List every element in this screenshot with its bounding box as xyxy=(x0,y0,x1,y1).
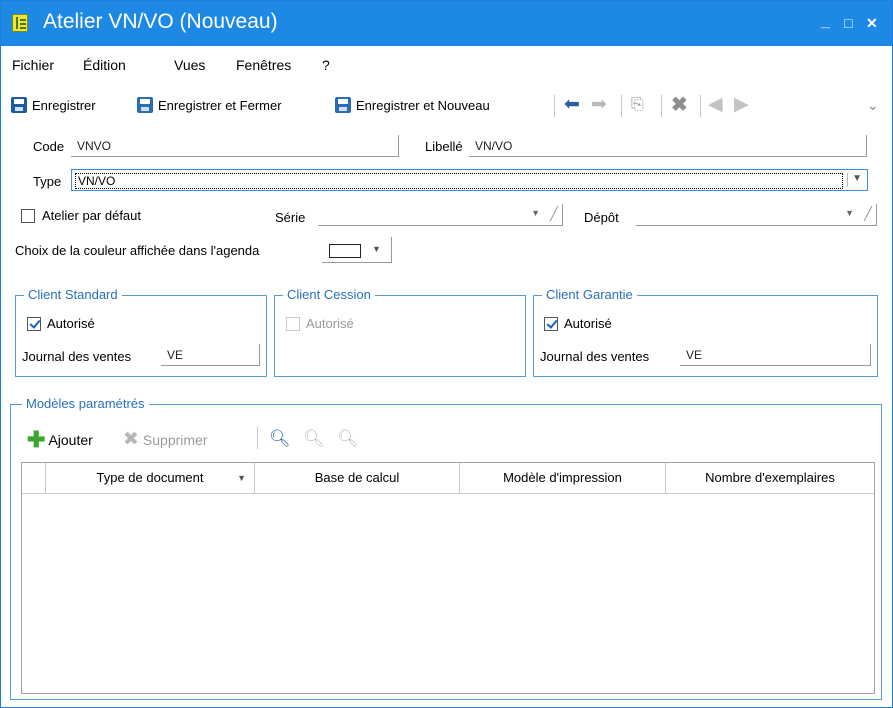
forward-arrow-icon[interactable]: ➡ xyxy=(591,95,607,115)
serie-label: Série xyxy=(275,210,306,225)
add-button[interactable]: ✚ Ajouter xyxy=(27,429,93,451)
menu-vues[interactable]: Vues xyxy=(174,57,205,73)
toolbar-separator xyxy=(661,95,662,117)
zoom-out-icon[interactable]: 🔍︎ xyxy=(337,429,359,449)
color-swatch xyxy=(329,244,361,258)
menu-fenetres[interactable]: Fenêtres xyxy=(236,57,291,73)
delete-icon[interactable]: ✖ xyxy=(671,95,688,115)
app-icon xyxy=(12,14,28,32)
column-modele-impression[interactable]: Modèle d'impression xyxy=(460,463,666,493)
client-cession-authorized-label: Autorisé xyxy=(306,316,354,331)
column-type-document-label: Type de document xyxy=(96,470,204,485)
depot-label: Dépôt xyxy=(584,210,619,225)
code-field[interactable]: VNVO xyxy=(71,135,399,157)
default-workshop-checkbox[interactable] xyxy=(21,209,35,223)
zoom-in-icon[interactable]: 🔍︎ xyxy=(303,429,325,449)
minimize-button[interactable]: _ xyxy=(821,13,830,31)
toolbar-separator xyxy=(700,95,701,117)
default-workshop-label: Atelier par défaut xyxy=(42,208,142,223)
delete-icon: ✖ xyxy=(123,429,139,450)
menu-fichier[interactable]: Fichier xyxy=(12,57,54,73)
delete-model-button[interactable]: ✖ Supprimer xyxy=(123,429,208,451)
type-label: Type xyxy=(33,174,62,189)
toolbar-separator xyxy=(621,95,622,117)
libelle-label: Libellé xyxy=(425,139,463,154)
color-picker[interactable]: ▼ xyxy=(322,237,392,263)
save-label: Enregistrer xyxy=(32,97,96,113)
client-cession-title: Client Cession xyxy=(283,287,375,302)
client-garantie-journal-label: Journal des ventes xyxy=(540,349,650,364)
search-icon[interactable]: 🔍︎ xyxy=(269,429,291,449)
copy-icon[interactable]: ⎘ xyxy=(631,95,644,115)
chevron-down-icon[interactable]: ▼ xyxy=(237,463,246,493)
column-nombre-exemplaires[interactable]: Nombre d'exemplaires xyxy=(666,463,874,493)
toolbar-separator xyxy=(554,95,555,117)
save-close-button[interactable]: Enregistrer et Fermer xyxy=(137,93,282,117)
client-garantie-authorized-label: Autorisé xyxy=(564,316,612,331)
chevron-down-icon: ▼ xyxy=(845,208,854,218)
chevron-down-icon: ▼ xyxy=(852,173,862,184)
toolbar-separator xyxy=(257,427,258,449)
delete-label: Supprimer xyxy=(142,432,208,448)
client-standard-title: Client Standard xyxy=(24,287,122,302)
type-value: VN/VO xyxy=(75,173,843,189)
grid-header: Type de document ▼ Base de calcul Modèle… xyxy=(22,463,874,494)
client-standard-authorized-checkbox[interactable] xyxy=(27,317,41,331)
chevron-down-icon: ▼ xyxy=(531,208,540,218)
select-separator xyxy=(847,173,848,187)
color-label: Choix de la couleur affichée dans l'agen… xyxy=(15,243,260,258)
save-close-icon xyxy=(137,97,153,113)
save-new-button[interactable]: Enregistrer et Nouveau xyxy=(335,93,490,117)
client-standard-group: Client Standard Autorisé Journal des ven… xyxy=(15,287,267,377)
column-base-calcul[interactable]: Base de calcul xyxy=(255,463,460,493)
previous-record-icon[interactable]: ◀ xyxy=(708,95,723,115)
chevron-down-icon: ▼ xyxy=(372,244,381,254)
client-standard-journal-label: Journal des ventes xyxy=(22,349,132,364)
client-garantie-authorized-checkbox[interactable] xyxy=(544,317,558,331)
models-title: Modèles paramétrés xyxy=(22,396,149,411)
client-garantie-group: Client Garantie Autorisé Journal des ven… xyxy=(533,287,878,377)
edit-pencil-icon[interactable]: ╱ xyxy=(550,206,558,222)
save-icon xyxy=(11,97,27,113)
save-button[interactable]: Enregistrer xyxy=(11,93,96,117)
column-type-document[interactable]: Type de document ▼ xyxy=(46,463,255,493)
client-cession-group: Client Cession Autorisé xyxy=(274,287,526,377)
title-bar[interactable]: Atelier VN/VO (Nouveau) _ □ ✕ xyxy=(1,1,892,46)
window-title: Atelier VN/VO (Nouveau) xyxy=(43,10,278,33)
row-indicator-header xyxy=(22,463,46,493)
back-arrow-icon[interactable]: ⬅ xyxy=(564,95,580,115)
plus-icon: ✚ xyxy=(27,427,46,452)
close-button[interactable]: ✕ xyxy=(866,15,878,32)
atelier-window: Atelier VN/VO (Nouveau) _ □ ✕ Fichier Éd… xyxy=(0,0,893,708)
models-grid[interactable]: Type de document ▼ Base de calcul Modèle… xyxy=(21,462,875,694)
type-select[interactable]: VN/VO ▼ xyxy=(71,169,868,191)
client-cession-authorized-checkbox[interactable] xyxy=(286,317,300,331)
code-label: Code xyxy=(33,139,65,154)
save-new-icon xyxy=(335,97,351,113)
edit-pencil-icon[interactable]: ╱ xyxy=(864,206,872,222)
libelle-field[interactable]: VN/VO xyxy=(469,135,867,157)
client-standard-authorized-label: Autorisé xyxy=(47,316,95,331)
toolbar-overflow-icon[interactable]: ⌄ xyxy=(867,95,879,115)
client-garantie-journal-field[interactable]: VE xyxy=(680,344,871,366)
client-garantie-title: Client Garantie xyxy=(542,287,637,302)
depot-select[interactable]: ▼ ╱ xyxy=(636,204,877,226)
save-new-label: Enregistrer et Nouveau xyxy=(356,97,490,113)
menu-edition[interactable]: Édition xyxy=(83,57,126,73)
menu-bar: Fichier Édition Vues Fenêtres ? xyxy=(1,53,892,77)
add-label: Ajouter xyxy=(48,432,93,448)
save-close-label: Enregistrer et Fermer xyxy=(158,97,282,113)
client-standard-journal-field[interactable]: VE xyxy=(161,344,260,366)
toolbar: Enregistrer Enregistrer et Fermer Enregi… xyxy=(1,89,892,121)
next-record-icon[interactable]: ▶ xyxy=(734,95,749,115)
menu-help[interactable]: ? xyxy=(322,57,330,73)
serie-select[interactable]: ▼ ╱ xyxy=(318,204,563,226)
maximize-button[interactable]: □ xyxy=(844,15,852,31)
